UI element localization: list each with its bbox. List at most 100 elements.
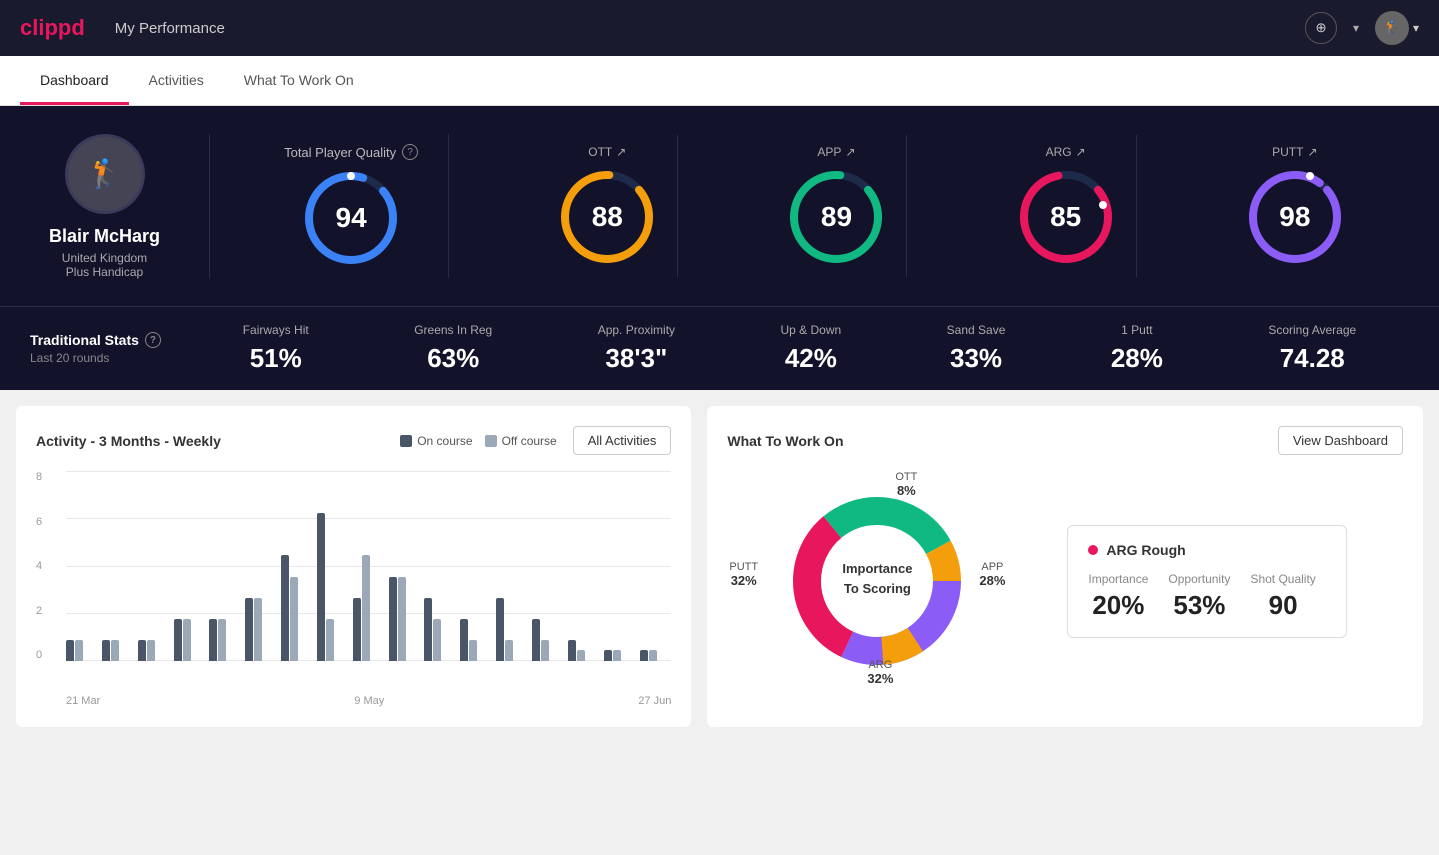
tpq-value: 94	[336, 202, 367, 234]
putt-arrow: ↗	[1307, 145, 1317, 159]
logo: clippd	[20, 15, 85, 41]
player-info: 🏌 Blair McHarg United Kingdom Plus Handi…	[30, 134, 210, 279]
work-on-panel: What To Work On View Dashboard Importanc…	[707, 406, 1423, 727]
stats-info-icon[interactable]: ?	[145, 332, 161, 348]
bar-group	[424, 598, 456, 661]
app-label: APP ↗	[817, 145, 855, 159]
stat-item: Sand Save33%	[947, 323, 1006, 374]
stat-item: Fairways Hit51%	[243, 323, 309, 374]
x-axis: 21 Mar9 May27 Jun	[36, 695, 671, 707]
bar-group	[245, 598, 277, 661]
ott-label: OTT ↗	[588, 145, 626, 159]
ott-card: OTT ↗ 88	[537, 135, 678, 277]
app-value: 89	[821, 201, 852, 233]
bar-group	[353, 555, 385, 661]
stat-item: Up & Down42%	[781, 323, 842, 374]
work-content: Importance To Scoring OTT8% APP28% ARG32…	[727, 471, 1403, 691]
bar-chart-inner	[66, 471, 671, 661]
tpq-card: Total Player Quality ? 94	[274, 134, 449, 278]
bar-group	[102, 640, 134, 661]
plus-icon: ⊕	[1315, 20, 1326, 36]
arg-metric: Importance20%	[1088, 572, 1148, 621]
stats-items: Fairways Hit51% Greens In Reg63% App. Prox…	[190, 323, 1409, 374]
donut-area: Importance To Scoring OTT8% APP28% ARG32…	[727, 471, 1047, 691]
bar-group	[66, 640, 98, 661]
nav-bar: clippd My Performance ⊕ ▾ 🏌 ▾	[0, 0, 1439, 56]
tab-what-to-work-on[interactable]: What To Work On	[224, 56, 374, 105]
tabs-bar: Dashboard Activities What To Work On	[0, 56, 1439, 106]
bar-group	[496, 598, 528, 661]
arg-card-dot	[1088, 545, 1098, 555]
bar-group	[138, 640, 170, 661]
add-button[interactable]: ⊕	[1305, 12, 1337, 44]
tab-activities[interactable]: Activities	[129, 56, 224, 105]
bar-group	[389, 577, 421, 661]
tpq-gauge: 94	[301, 168, 401, 268]
player-handicap: Plus Handicap	[66, 265, 143, 279]
tpq-label: Total Player Quality	[284, 145, 396, 160]
bar-group	[532, 619, 564, 661]
arg-metric: Opportunity53%	[1168, 572, 1230, 621]
tpq-info-icon[interactable]: ?	[402, 144, 418, 160]
bottom-section: Activity - 3 Months - Weekly On course O…	[0, 390, 1439, 743]
legend-on-course: On course	[400, 434, 472, 448]
arg-label: ARG ↗	[1046, 145, 1086, 159]
bar-group	[604, 650, 636, 661]
stat-item: 1 Putt28%	[1111, 323, 1163, 374]
stat-item: App. Proximity38'3"	[598, 323, 675, 374]
arg-metrics: Importance20% Opportunity53% Shot Quality9…	[1088, 572, 1326, 621]
ott-donut-label: OTT8%	[895, 471, 917, 498]
view-dashboard-button[interactable]: View Dashboard	[1278, 426, 1403, 455]
bar-group	[281, 555, 313, 661]
arg-gauge: 85	[1016, 167, 1116, 267]
work-title: What To Work On	[727, 433, 1277, 449]
off-course-label: Off course	[502, 434, 557, 448]
stat-item: Greens In Reg63%	[414, 323, 492, 374]
chart-title: Activity - 3 Months - Weekly	[36, 433, 384, 449]
app-arrow: ↗	[845, 145, 855, 159]
nav-title: My Performance	[115, 20, 225, 37]
player-name: Blair McHarg	[49, 226, 160, 247]
arg-donut-label: ARG32%	[867, 659, 893, 686]
bar-group	[317, 513, 349, 661]
player-country: United Kingdom	[62, 251, 147, 265]
on-course-label: On course	[417, 434, 472, 448]
putt-label: PUTT ↗	[1272, 145, 1317, 159]
stats-title: Traditional Stats ?	[30, 332, 190, 348]
tpq-header: Total Player Quality ?	[284, 144, 418, 160]
off-course-dot	[485, 435, 497, 447]
putt-value: 98	[1279, 201, 1310, 233]
putt-donut-label: PUTT32%	[729, 561, 758, 588]
work-header: What To Work On View Dashboard	[727, 426, 1403, 455]
add-chevron: ▾	[1353, 21, 1359, 35]
arg-arrow: ↗	[1076, 145, 1086, 159]
avatar: 🏌	[1375, 11, 1409, 45]
stats-bar: Traditional Stats ? Last 20 rounds Fairw…	[0, 306, 1439, 390]
chart-header: Activity - 3 Months - Weekly On course O…	[36, 426, 671, 455]
bar-group	[568, 640, 600, 661]
bar-group	[174, 619, 206, 661]
putt-card: PUTT ↗ 98	[1225, 135, 1365, 277]
bar-group	[460, 619, 492, 661]
on-course-dot	[400, 435, 412, 447]
bar-chart: 02468	[36, 471, 671, 691]
arg-metric: Shot Quality90	[1250, 572, 1315, 621]
user-avatar-button[interactable]: 🏌 ▾	[1375, 11, 1419, 45]
hero-section: 🏌 Blair McHarg United Kingdom Plus Handi…	[0, 106, 1439, 306]
ott-value: 88	[592, 201, 623, 233]
chart-panel: Activity - 3 Months - Weekly On course O…	[16, 406, 691, 727]
stats-label-group: Traditional Stats ? Last 20 rounds	[30, 332, 190, 365]
nav-actions: ⊕ ▾ 🏌 ▾	[1305, 11, 1419, 45]
arg-detail-card: ARG Rough Importance20%Opportunity53%Sho…	[1067, 525, 1347, 638]
all-activities-button[interactable]: All Activities	[573, 426, 672, 455]
bar-group	[640, 650, 672, 661]
stats-subtitle: Last 20 rounds	[30, 351, 190, 365]
tab-dashboard[interactable]: Dashboard	[20, 56, 129, 105]
ott-arrow: ↗	[616, 145, 626, 159]
donut-center-text: Importance To Scoring	[842, 559, 912, 598]
arg-value: 85	[1050, 201, 1081, 233]
putt-gauge: 98	[1245, 167, 1345, 267]
app-gauge: 89	[786, 167, 886, 267]
ott-gauge: 88	[557, 167, 657, 267]
app-donut-label: APP28%	[979, 561, 1005, 588]
